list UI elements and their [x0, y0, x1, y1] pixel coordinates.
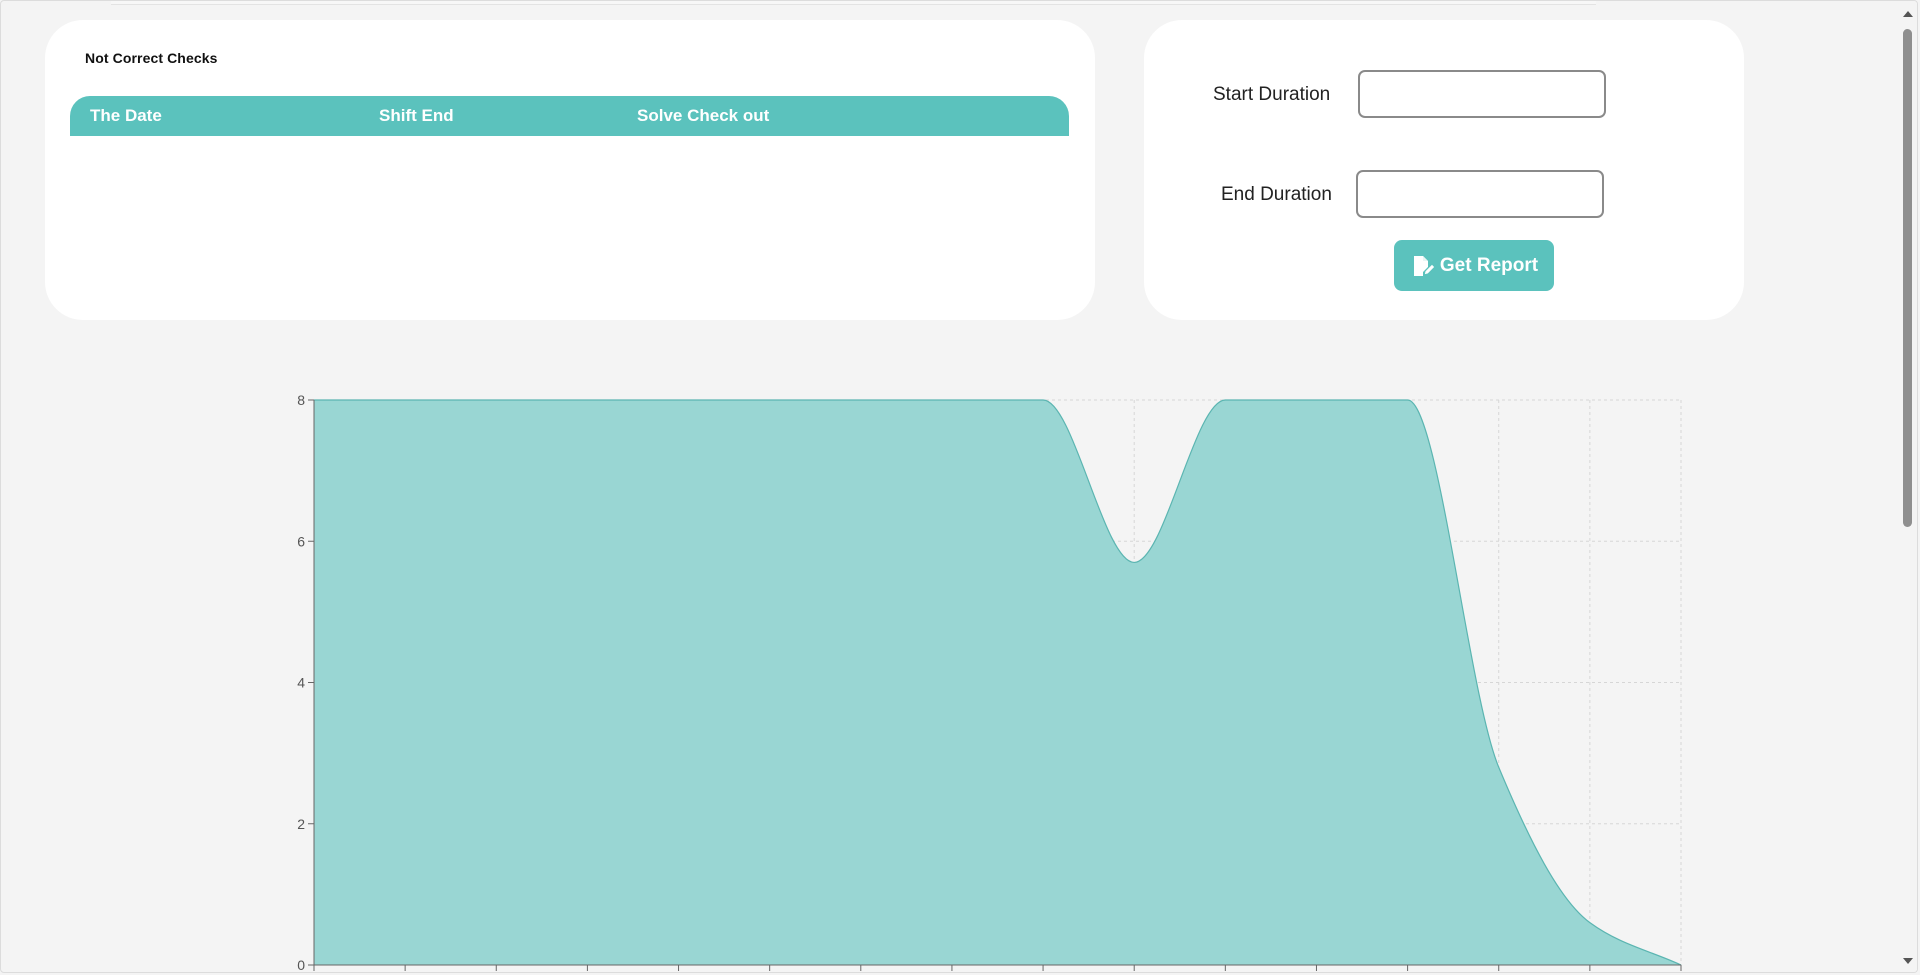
y-tick-label: 6 [297, 533, 305, 549]
y-tick-label: 8 [297, 392, 305, 408]
file-edit-icon [1410, 254, 1436, 278]
app-frame: Not Correct Checks The Date Shift End So… [0, 0, 1918, 973]
scrollbar-thumb[interactable] [1903, 29, 1912, 527]
column-header-solve-check-out: Solve Check out [637, 106, 770, 125]
y-tick-label: 4 [297, 675, 305, 691]
start-duration-input[interactable] [1358, 70, 1606, 118]
column-header-date: The Date [90, 106, 162, 125]
start-duration-label: Start Duration [1213, 84, 1331, 105]
end-duration-input[interactable] [1356, 170, 1604, 218]
scroll-up-arrow-icon[interactable] [1898, 5, 1917, 23]
end-duration-label: End Duration [1221, 184, 1332, 205]
report-form-card: Start Duration End Duration Get Report [1144, 20, 1744, 320]
vertical-scrollbar[interactable] [1898, 1, 1917, 972]
scroll-down-arrow-icon[interactable] [1898, 952, 1917, 970]
card-title: Not Correct Checks [85, 50, 218, 66]
top-edge-strip [111, 1, 1596, 5]
get-report-button[interactable]: Get Report [1394, 240, 1554, 291]
series-area [314, 400, 1681, 965]
y-tick-label: 2 [297, 816, 305, 832]
table-header: The Date Shift End Solve Check out [70, 96, 1069, 136]
series-line [313, 399, 1682, 966]
get-report-label: Get Report [1439, 254, 1539, 276]
y-tick-label: 0 [297, 957, 305, 973]
not-correct-checks-card: Not Correct Checks The Date Shift End So… [45, 20, 1095, 320]
column-header-shift-end: Shift End [379, 106, 454, 125]
